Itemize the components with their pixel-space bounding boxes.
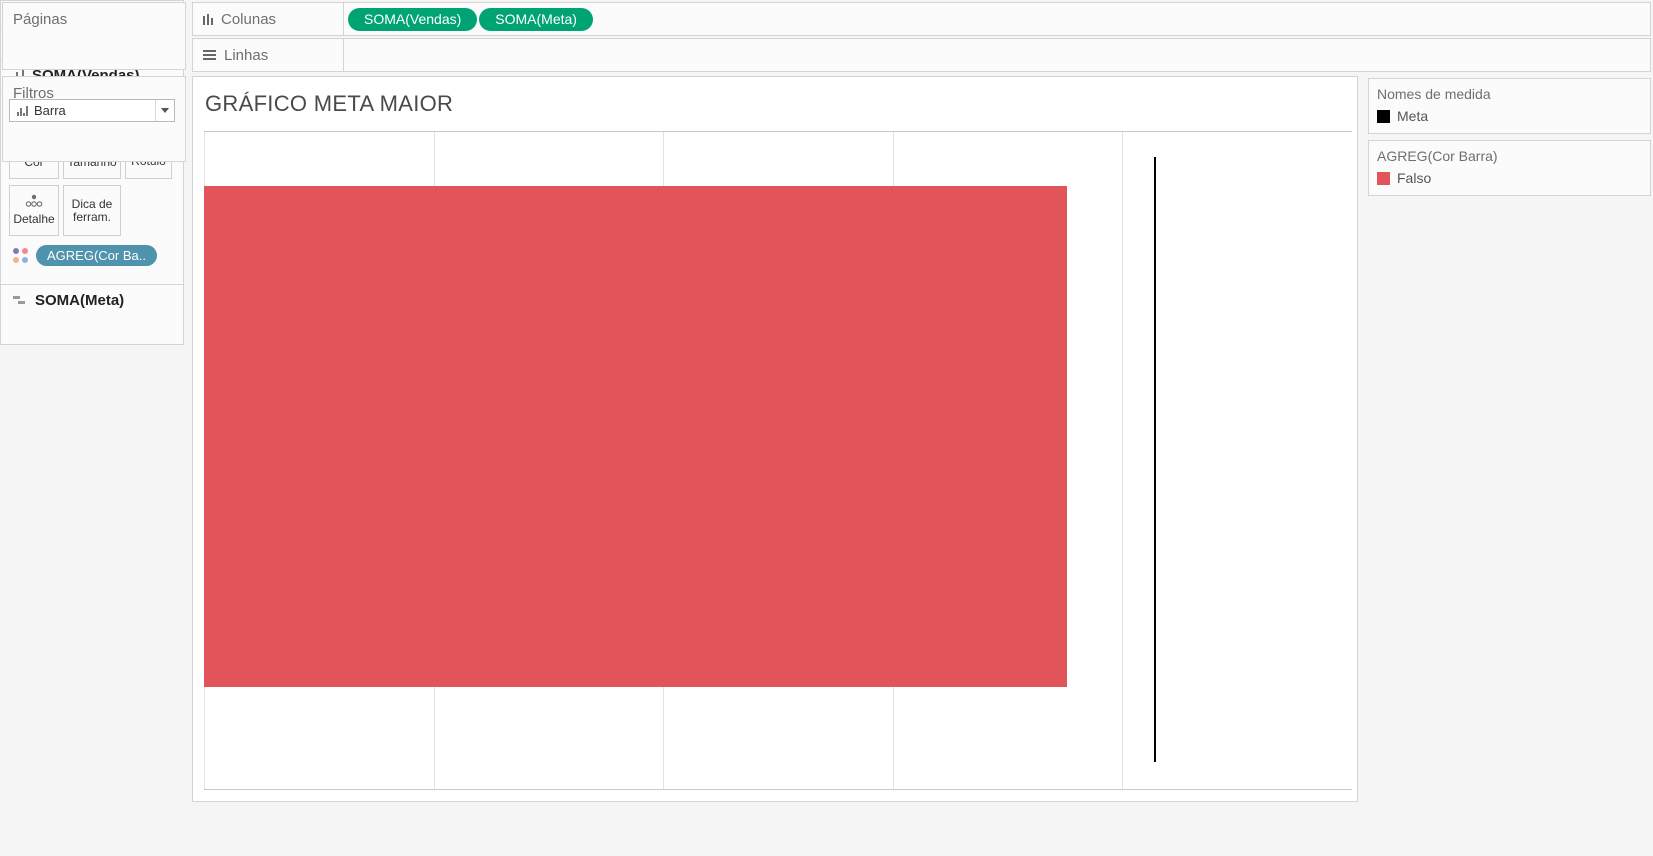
- legend-color-barra: AGREG(Cor Barra) Falso: [1368, 140, 1651, 196]
- columns-label-text: Colunas: [221, 10, 277, 28]
- detail-dots-icon: [25, 194, 43, 207]
- pill-soma-vendas[interactable]: SOMA(Vendas): [348, 7, 478, 31]
- bar-mark-icon: [17, 105, 28, 116]
- columns-shelf-label: Colunas: [192, 2, 344, 36]
- legend-swatch: [1377, 171, 1390, 185]
- legend-item[interactable]: Meta: [1369, 103, 1650, 124]
- legend-title: Nomes de medida: [1377, 86, 1491, 102]
- pill-soma-meta[interactable]: SOMA(Meta): [479, 7, 593, 31]
- legend-measure-names: Nomes de medida Meta: [1368, 78, 1651, 134]
- mark-type-value: Barra: [34, 103, 66, 118]
- marks-color-pill[interactable]: AGREG(Cor Ba..: [36, 245, 157, 266]
- columns-shelf: Colunas SOMA(Vendas) SOMA(Meta): [192, 2, 1651, 36]
- pages-card-title: Páginas: [13, 11, 68, 28]
- legend-title: AGREG(Cor Barra): [1377, 148, 1498, 164]
- worksheet-view: GRÁFICO META MAIOR: [192, 76, 1358, 802]
- legend-item-label: Meta: [1397, 108, 1429, 124]
- marks-detail-button[interactable]: Detalhe: [9, 185, 59, 236]
- bar-mark-soma-vendas[interactable]: [204, 186, 1068, 687]
- gantt-mark-soma-meta[interactable]: [1154, 157, 1157, 762]
- marks-detail-label: Detalhe: [13, 212, 55, 226]
- legend-item[interactable]: Falso: [1369, 165, 1650, 186]
- marks-tooltip-button[interactable]: Dica de ferram.: [63, 185, 121, 236]
- chevron-down-icon[interactable]: [155, 100, 174, 121]
- rows-shelf: Linhas: [192, 38, 1651, 72]
- pages-card[interactable]: Páginas: [2, 2, 186, 70]
- gantt-mark-icon: [13, 296, 27, 304]
- chart-plot-area[interactable]: [204, 131, 1352, 790]
- columns-icon: [203, 13, 213, 25]
- tableau-worksheet: Páginas Filtros Marcas Tudo SOMA(Vendas)…: [0, 0, 1653, 856]
- marks-tooltip-label: Dica de ferram.: [71, 196, 113, 224]
- color-dots-icon: [13, 247, 29, 264]
- mark-type-dropdown[interactable]: Barra: [9, 99, 175, 122]
- rows-shelf-dropzone[interactable]: [344, 38, 1651, 72]
- legend-item-label: Falso: [1397, 170, 1432, 186]
- chart-title: GRÁFICO META MAIOR: [205, 91, 454, 116]
- mark-buttons-row-2: Detalhe Dica de ferram.: [1, 185, 183, 236]
- gridline: [1122, 132, 1124, 789]
- rows-label-text: Linhas: [224, 46, 269, 64]
- marks-group-soma-meta[interactable]: SOMA(Meta): [1, 284, 183, 315]
- legend-swatch: [1377, 109, 1390, 123]
- marks-group-label: SOMA(Meta): [35, 291, 125, 309]
- rows-shelf-label: Linhas: [192, 38, 344, 72]
- marks-color-pill-row: AGREG(Cor Ba..: [1, 245, 183, 266]
- columns-shelf-dropzone[interactable]: SOMA(Vendas) SOMA(Meta): [344, 2, 1651, 36]
- rows-icon: [203, 50, 216, 60]
